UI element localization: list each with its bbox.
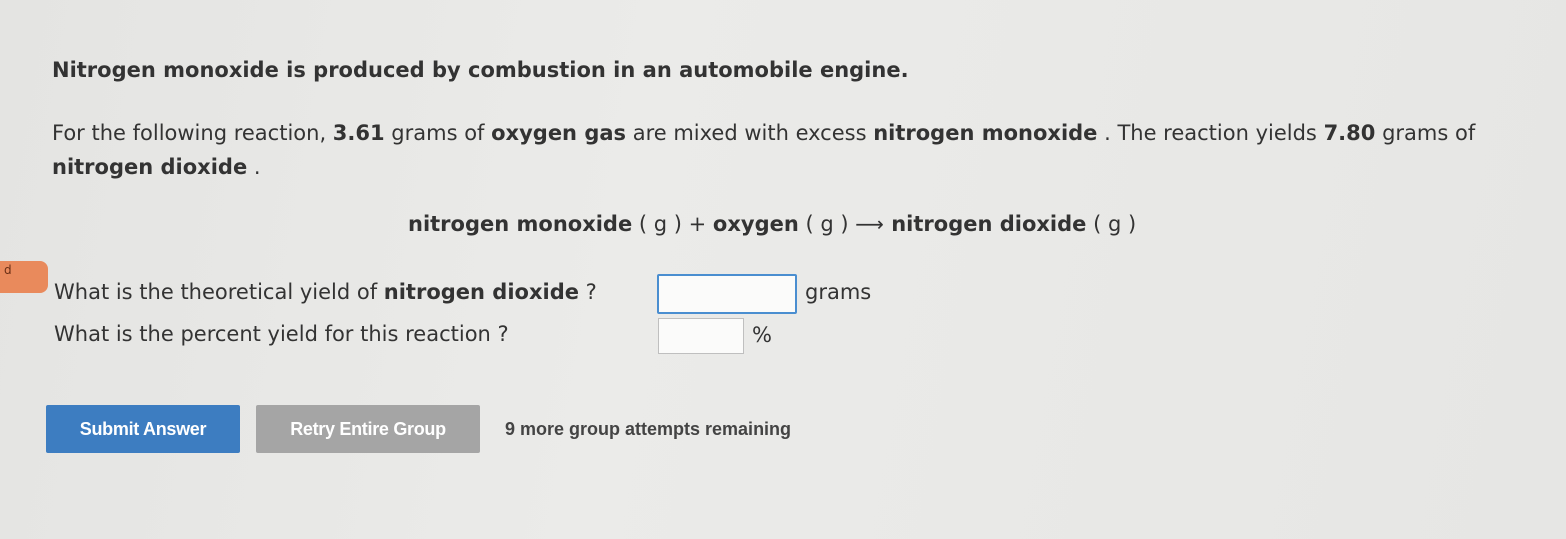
nitrogen-monoxide-term: nitrogen monoxide bbox=[873, 121, 1098, 145]
theoretical-yield-input[interactable] bbox=[657, 274, 797, 314]
para-text-3: are mixed with excess bbox=[626, 121, 874, 145]
oxygen-gas-term: oxygen gas bbox=[491, 121, 627, 145]
state-1: ( g ) + bbox=[632, 212, 713, 236]
submit-answer-button[interactable]: Submit Answer bbox=[46, 405, 240, 453]
question-page: Nitrogen monoxide is produced by combust… bbox=[0, 0, 1566, 539]
nitrogen-dioxide-term: nitrogen dioxide bbox=[52, 155, 248, 179]
q1-suffix: ? bbox=[578, 280, 597, 304]
question-status-marker: d bbox=[0, 261, 48, 293]
intro-text: Nitrogen monoxide is produced by combust… bbox=[52, 58, 909, 82]
para-text-5: grams of bbox=[1375, 121, 1476, 145]
theoretical-yield-question: What is the theoretical yield of nitroge… bbox=[54, 280, 597, 304]
mass-nitrogen-dioxide: 7.80 bbox=[1323, 121, 1376, 145]
problem-paragraph: For the following reaction, 3.61 grams o… bbox=[52, 116, 1522, 184]
attempts-remaining: 9 more group attempts remaining bbox=[505, 419, 792, 439]
percent-yield-input[interactable] bbox=[658, 318, 744, 354]
para-text-1: For the following reaction, bbox=[52, 121, 333, 145]
percent-unit: % bbox=[752, 323, 772, 347]
para-text-6: . bbox=[247, 155, 261, 179]
state-2: ( g ) bbox=[798, 212, 856, 236]
retry-group-button[interactable]: Retry Entire Group bbox=[256, 405, 480, 453]
q1-bold: nitrogen dioxide bbox=[383, 280, 579, 304]
reactant-2: oxygen bbox=[712, 212, 799, 236]
reactant-1: nitrogen monoxide bbox=[408, 212, 633, 236]
mass-oxygen: 3.61 bbox=[332, 121, 385, 145]
q1-prefix: What is the theoretical yield of bbox=[54, 280, 384, 304]
percent-yield-question: What is the percent yield for this react… bbox=[54, 322, 509, 346]
reaction-equation: nitrogen monoxide ( g ) + oxygen ( g ) ⟶… bbox=[408, 212, 1136, 236]
reaction-arrow-icon: ⟶ bbox=[855, 212, 884, 236]
para-text-4: . The reaction yields bbox=[1097, 121, 1324, 145]
grams-unit: grams bbox=[805, 280, 872, 304]
state-3: ( g ) bbox=[1086, 212, 1137, 236]
product: nitrogen dioxide bbox=[883, 212, 1087, 236]
marker-label: d bbox=[4, 263, 12, 277]
para-text-2: grams of bbox=[384, 121, 492, 145]
